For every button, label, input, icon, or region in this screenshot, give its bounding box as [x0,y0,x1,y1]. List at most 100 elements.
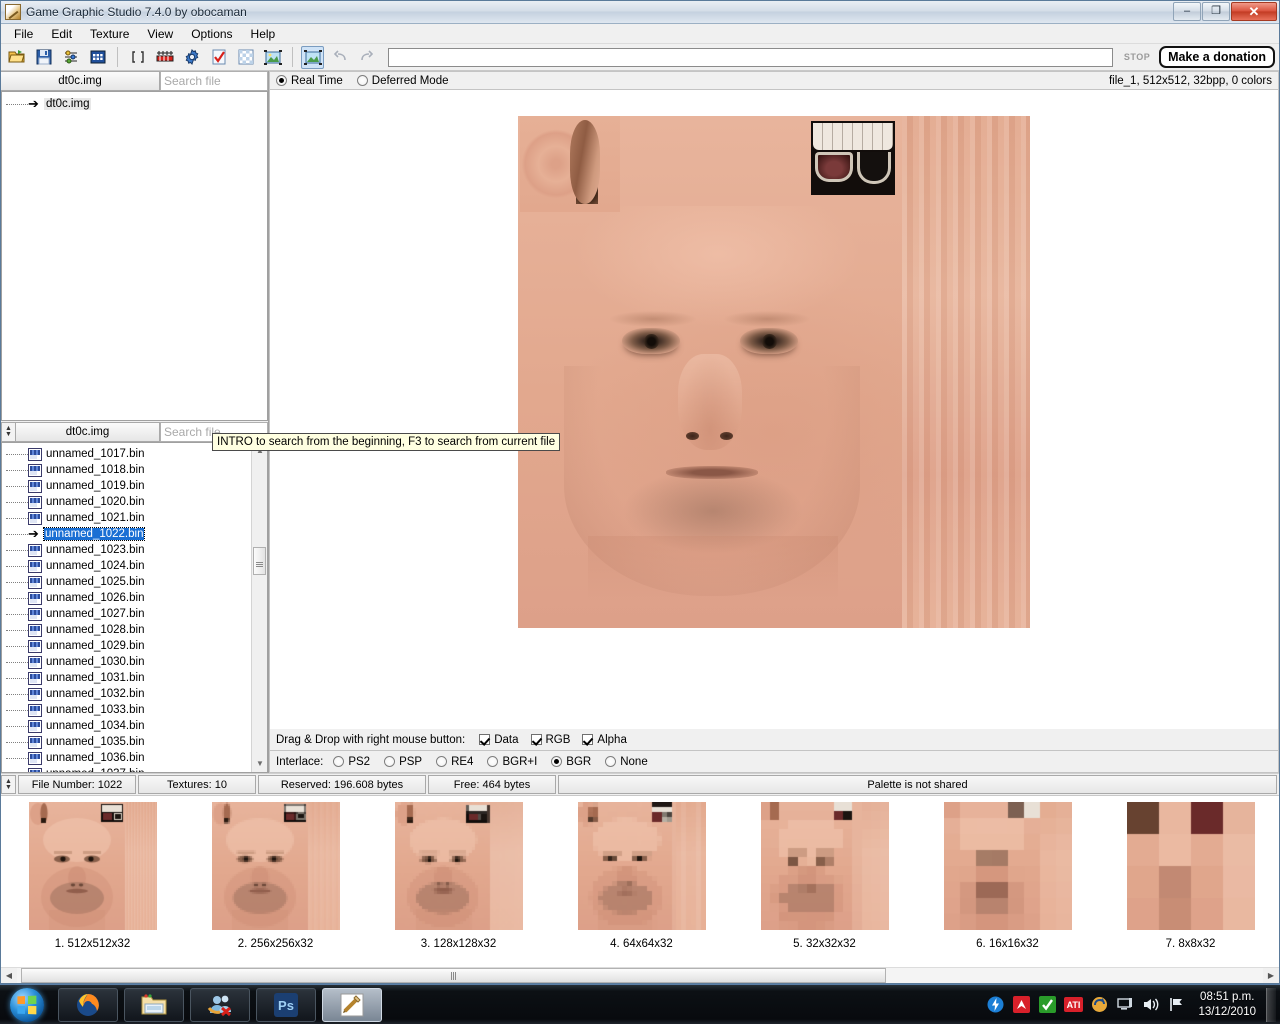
menu-edit[interactable]: Edit [42,25,81,43]
update-icon[interactable] [1089,995,1109,1015]
thumbnail-horizontal-scrollbar[interactable]: ◀ ▶ [1,967,1279,983]
mipmap-thumbnail-image[interactable] [577,802,706,930]
palette-grid-icon[interactable] [86,46,109,69]
maximize-button[interactable]: ❐ [1202,2,1230,21]
undo-icon[interactable] [328,46,351,69]
antivirus-green-icon[interactable] [1037,995,1057,1015]
tree-root-node[interactable]: ➔ dt0c.img [2,96,267,112]
file-list-item[interactable]: unnamed_1025.bin [2,574,267,590]
texture-atlas-image[interactable] [518,116,1030,628]
save-disk-icon[interactable] [32,46,55,69]
mipmap-thumbnail-image[interactable] [760,802,889,930]
checkbox-data[interactable]: Data [479,734,519,746]
mipmap-thumbnail[interactable]: 4. 64x64x32 [550,796,733,950]
settings-gear-icon[interactable] [180,46,203,69]
statusbar-spinner[interactable]: ▲ ▼ [1,775,16,794]
archive-tree[interactable]: ➔ dt0c.img [1,91,268,421]
checkbox-alpha[interactable]: Alpha [582,734,627,746]
file-list-item[interactable]: unnamed_1020.bin [2,494,267,510]
archive-name-button-top[interactable]: dt0c.img [1,71,160,91]
file-list-item[interactable]: unnamed_1036.bin [2,750,267,766]
scroll-down-arrow-icon[interactable]: ▼ [254,758,266,770]
taskbar-clock[interactable]: 08:51 p.m. 13/12/2010 [1190,990,1264,1020]
volume-icon[interactable] [1141,995,1161,1015]
file-list-item[interactable]: ➔ unnamed_1022.bin [2,526,267,542]
file-list-item[interactable]: unnamed_1023.bin [2,542,267,558]
file-list-item[interactable]: unnamed_1029.bin [2,638,267,654]
make-a-donation-button[interactable]: Make a donation [1159,46,1275,68]
mipmap-thumbnail[interactable]: 6. 16x16x32 [916,796,1099,950]
taskbar-item-game-graphic-studio[interactable] [322,987,382,1022]
scrollbar-thumb[interactable] [253,547,266,575]
radio-real-time[interactable]: Real Time [276,75,343,87]
redo-icon[interactable] [355,46,378,69]
file-list-item[interactable]: unnamed_1033.bin [2,702,267,718]
radio-interlace-re4[interactable]: RE4 [436,756,473,768]
menu-help[interactable]: Help [242,25,285,43]
file-list[interactable]: unnamed_1017.bin unnamed_1018.bin unnamed_… [1,442,268,773]
mipmap-thumbnail[interactable]: 7. 8x8x32 [1099,796,1279,950]
ati-catalyst-icon[interactable]: ATI [1063,995,1083,1015]
flash-icon[interactable] [985,995,1005,1015]
file-list-item[interactable]: unnamed_1034.bin [2,718,267,734]
mipmap-thumbnail-image[interactable] [394,802,523,930]
network-icon[interactable] [1115,995,1135,1015]
taskbar-item-explorer[interactable] [124,987,184,1022]
taskbar-item-messenger[interactable] [190,987,250,1022]
file-list-scrollbar[interactable]: ▲ ▼ [251,443,267,772]
file-list-item[interactable]: unnamed_1024.bin [2,558,267,574]
transparency-grid-icon[interactable] [234,46,257,69]
file-list-item[interactable]: unnamed_1037.bin [2,766,267,772]
menu-view[interactable]: View [138,25,182,43]
checklist-icon[interactable] [207,46,230,69]
radio-interlace-psp[interactable]: PSP [384,756,422,768]
mipmap-thumbnail[interactable]: 2. 256x256x32 [184,796,367,950]
radio-interlace-bgr[interactable]: BGR [551,756,591,768]
file-list-item[interactable]: unnamed_1035.bin [2,734,267,750]
radio-interlace-bgri[interactable]: BGR+I [487,756,537,768]
file-list-item[interactable]: unnamed_1030.bin [2,654,267,670]
file-list-item[interactable]: unnamed_1019.bin [2,478,267,494]
taskbar-item-photoshop[interactable]: Ps [256,987,316,1022]
close-button[interactable]: ✕ [1231,2,1277,21]
search-file-input-top[interactable]: Search file [160,71,268,91]
menu-file[interactable]: File [5,25,42,43]
start-button[interactable] [2,987,52,1023]
open-folder-icon[interactable] [5,46,28,69]
mipmap-thumbnail[interactable]: 1. 512x512x32 [1,796,184,950]
menu-options[interactable]: Options [182,25,241,43]
mipmap-thumbnail[interactable]: 5. 32x32x32 [733,796,916,950]
hscroll-thumb[interactable] [21,968,886,983]
image-frame-icon[interactable] [261,46,284,69]
red-bar-tool-icon[interactable] [153,46,176,69]
checkbox-rgb[interactable]: RGB [530,734,570,746]
hscroll-left-arrow-icon[interactable]: ◀ [1,971,17,980]
stop-button[interactable]: STOP [1115,52,1159,62]
taskbar-item-firefox[interactable] [58,987,118,1022]
radio-interlace-ps2[interactable]: PS2 [333,756,370,768]
archive-name-button-bottom[interactable]: dt0c.img [16,422,160,442]
file-list-item[interactable]: unnamed_1032.bin [2,686,267,702]
texture-canvas[interactable] [269,90,1279,729]
file-list-item[interactable]: unnamed_1021.bin [2,510,267,526]
action-flag-icon[interactable] [1167,995,1187,1015]
show-desktop-button[interactable] [1266,987,1276,1022]
file-list-item[interactable]: unnamed_1028.bin [2,622,267,638]
mipmap-thumbnail-image[interactable] [28,802,157,930]
file-list-item[interactable]: unnamed_1018.bin [2,462,267,478]
file-list-item[interactable]: unnamed_1026.bin [2,590,267,606]
selection-brackets-icon[interactable] [126,46,149,69]
mipmap-thumbnail-image[interactable] [1126,802,1255,930]
mipmap-thumbnail-image[interactable] [943,802,1072,930]
mipmap-thumbnail[interactable]: 3. 128x128x32 [367,796,550,950]
menu-texture[interactable]: Texture [81,25,138,43]
properties-list-icon[interactable] [59,46,82,69]
address-input[interactable] [388,47,1114,67]
splitter-spinner[interactable]: ▲ ▼ [1,422,16,442]
radio-deferred-mode[interactable]: Deferred Mode [356,75,449,87]
mipmap-thumbnail-image[interactable] [211,802,340,930]
file-list-item[interactable]: unnamed_1031.bin [2,670,267,686]
avira-icon[interactable] [1011,995,1031,1015]
radio-interlace-none[interactable]: None [605,756,648,768]
file-list-item[interactable]: unnamed_1027.bin [2,606,267,622]
